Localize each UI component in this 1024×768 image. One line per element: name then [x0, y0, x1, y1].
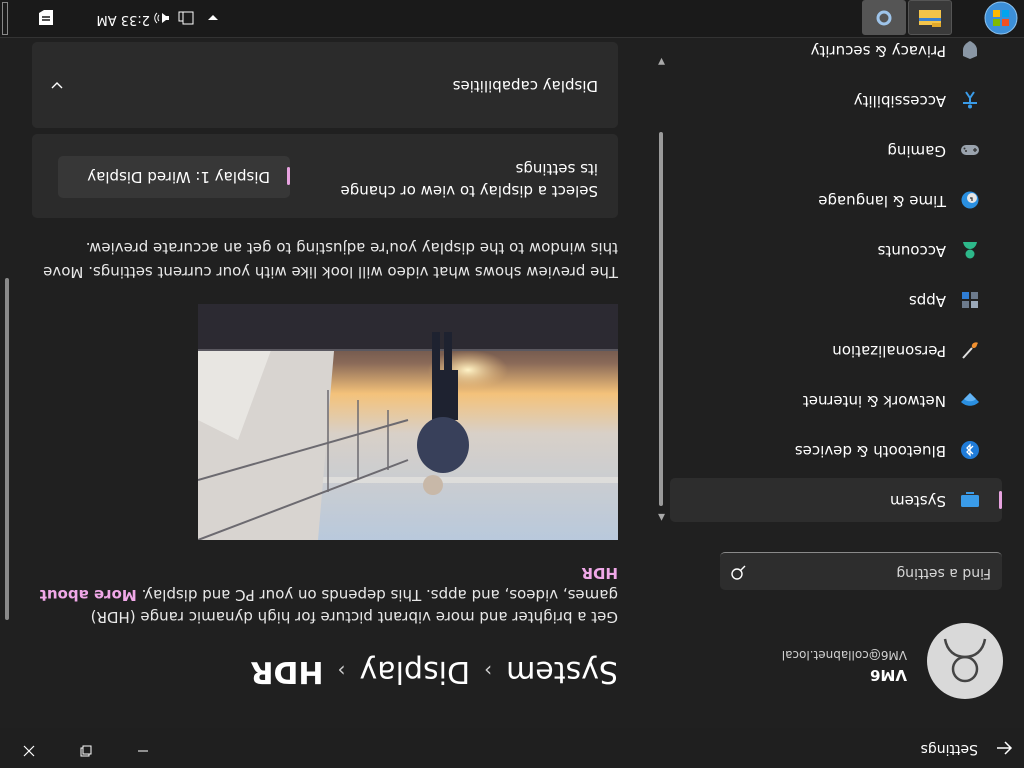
minimize-button[interactable] [130, 738, 156, 758]
sidebar-item-label: Bluetooth & devices [794, 442, 946, 460]
display-select-dropdown[interactable]: Display 1: Wired Display [58, 156, 290, 198]
close-button[interactable] [16, 738, 42, 758]
volume-icon[interactable] [152, 9, 172, 27]
breadcrumb-display[interactable]: Display [360, 654, 471, 689]
brush-icon [962, 342, 978, 359]
sidebar-item-label: Accessibility [853, 92, 946, 110]
breadcrumb-system[interactable]: System [506, 654, 618, 689]
search-placeholder: Find a setting [896, 565, 991, 581]
display-capabilities-label: Display capabilities [452, 77, 598, 95]
title-bar: Settings [0, 728, 1024, 768]
hdr-description: Get a brighter and more vibrant picture … [32, 562, 618, 628]
search-icon [731, 565, 746, 580]
sidebar-item-label: Gaming [887, 142, 946, 160]
monitor-icon [961, 492, 979, 507]
sidebar-item-apps[interactable]: Apps [670, 278, 1002, 322]
content-scroll-thumb[interactable] [5, 278, 9, 620]
network-icon[interactable] [176, 9, 196, 27]
sidebar-item-label: Accounts [877, 242, 946, 260]
sidebar-item-accessibility[interactable]: Accessibility [670, 78, 1002, 122]
hdr-video-preview [198, 304, 618, 540]
minimize-icon [138, 750, 148, 752]
sidebar-item-bluetooth[interactable]: Bluetooth & devices [670, 428, 1002, 472]
sidebar-item-accounts[interactable]: Accounts [670, 228, 1002, 272]
person-icon [963, 242, 977, 259]
arrow-left-icon [997, 741, 1013, 755]
page-title: HDR [250, 654, 324, 689]
back-button[interactable] [994, 738, 1014, 758]
taskbar-settings-button[interactable] [862, 0, 906, 35]
sidebar-item-label: Time & language [818, 192, 946, 210]
dropdown-accent-indicator [287, 167, 290, 185]
sidebar-item-gaming[interactable]: Gaming [670, 128, 1002, 172]
screen: Settings VM6 VM6@collabnet.local Find a … [0, 0, 1024, 768]
breadcrumb: System › Display › HDR [250, 654, 618, 690]
sidebar-scroll-thumb[interactable] [659, 132, 663, 506]
sidebar-item-time-language[interactable]: Time & language [670, 178, 1002, 222]
breadcrumb-separator: › [484, 659, 493, 684]
selected-indicator [999, 491, 1002, 509]
taskbar-clock[interactable]: 2:33 AM [97, 12, 150, 27]
gamepad-icon [961, 145, 979, 155]
sidebar-item-label: Personalization [832, 342, 946, 360]
display-select-card: Select a display to view or change its s… [32, 134, 618, 218]
content-scrollbar[interactable] [2, 128, 12, 628]
sidebar-item-label: Network & internet [802, 392, 946, 410]
folder-icon [919, 10, 941, 27]
display-select-label: Select a display to view or change its s… [340, 160, 598, 200]
sidebar-item-label: Apps [908, 292, 946, 310]
avatar[interactable] [927, 623, 1003, 699]
user-email: VM6@collabnet.local [781, 648, 907, 662]
user-name: VM6 [870, 666, 907, 684]
apps-icon [962, 292, 978, 308]
show-desktop-button[interactable] [2, 2, 8, 35]
selected-display: Display 1: Wired Display [87, 168, 270, 186]
display-capabilities-card[interactable]: Display capabilities [32, 42, 618, 128]
maximize-button[interactable] [73, 738, 99, 758]
sidebar-item-network[interactable]: Network & internet [670, 378, 1002, 422]
gear-icon [876, 10, 892, 26]
wifi-icon [961, 393, 979, 406]
chevron-down-icon [51, 82, 63, 89]
scroll-down-arrow-icon[interactable]: ▼ [655, 56, 665, 66]
taskbar-explorer-button[interactable] [908, 0, 952, 35]
sidebar-item-label: System [890, 492, 946, 510]
start-orb-icon[interactable] [984, 1, 1018, 35]
sidebar-item-system[interactable]: System [670, 478, 1002, 522]
scroll-up-arrow-icon[interactable]: ▲ [655, 512, 665, 522]
globe-clock-icon [961, 191, 979, 209]
preview-caption: The preview shows what video will look l… [43, 239, 618, 281]
notification-icon[interactable] [36, 8, 56, 28]
sidebar-item-label: Privacy & security [810, 42, 946, 60]
app-title: Settings [920, 741, 978, 757]
person-accessibility-icon [963, 91, 977, 109]
close-icon [23, 745, 35, 757]
breadcrumb-separator: › [337, 659, 346, 684]
bluetooth-icon [961, 441, 979, 459]
shield-icon [963, 41, 977, 59]
hdr-description-text: Get a brighter and more vibrant picture … [90, 586, 618, 626]
restore-icon [80, 745, 92, 757]
search-input[interactable]: Find a setting [720, 552, 1002, 590]
show-hidden-icons-icon[interactable] [206, 9, 220, 27]
preview-image [198, 304, 618, 540]
sidebar-scrollbar[interactable]: ▲ ▼ [651, 52, 665, 522]
taskbar: 2:33 AM [0, 0, 1024, 38]
user-avatar-icon [943, 638, 987, 683]
sidebar-item-personalization[interactable]: Personalization [670, 328, 1002, 372]
